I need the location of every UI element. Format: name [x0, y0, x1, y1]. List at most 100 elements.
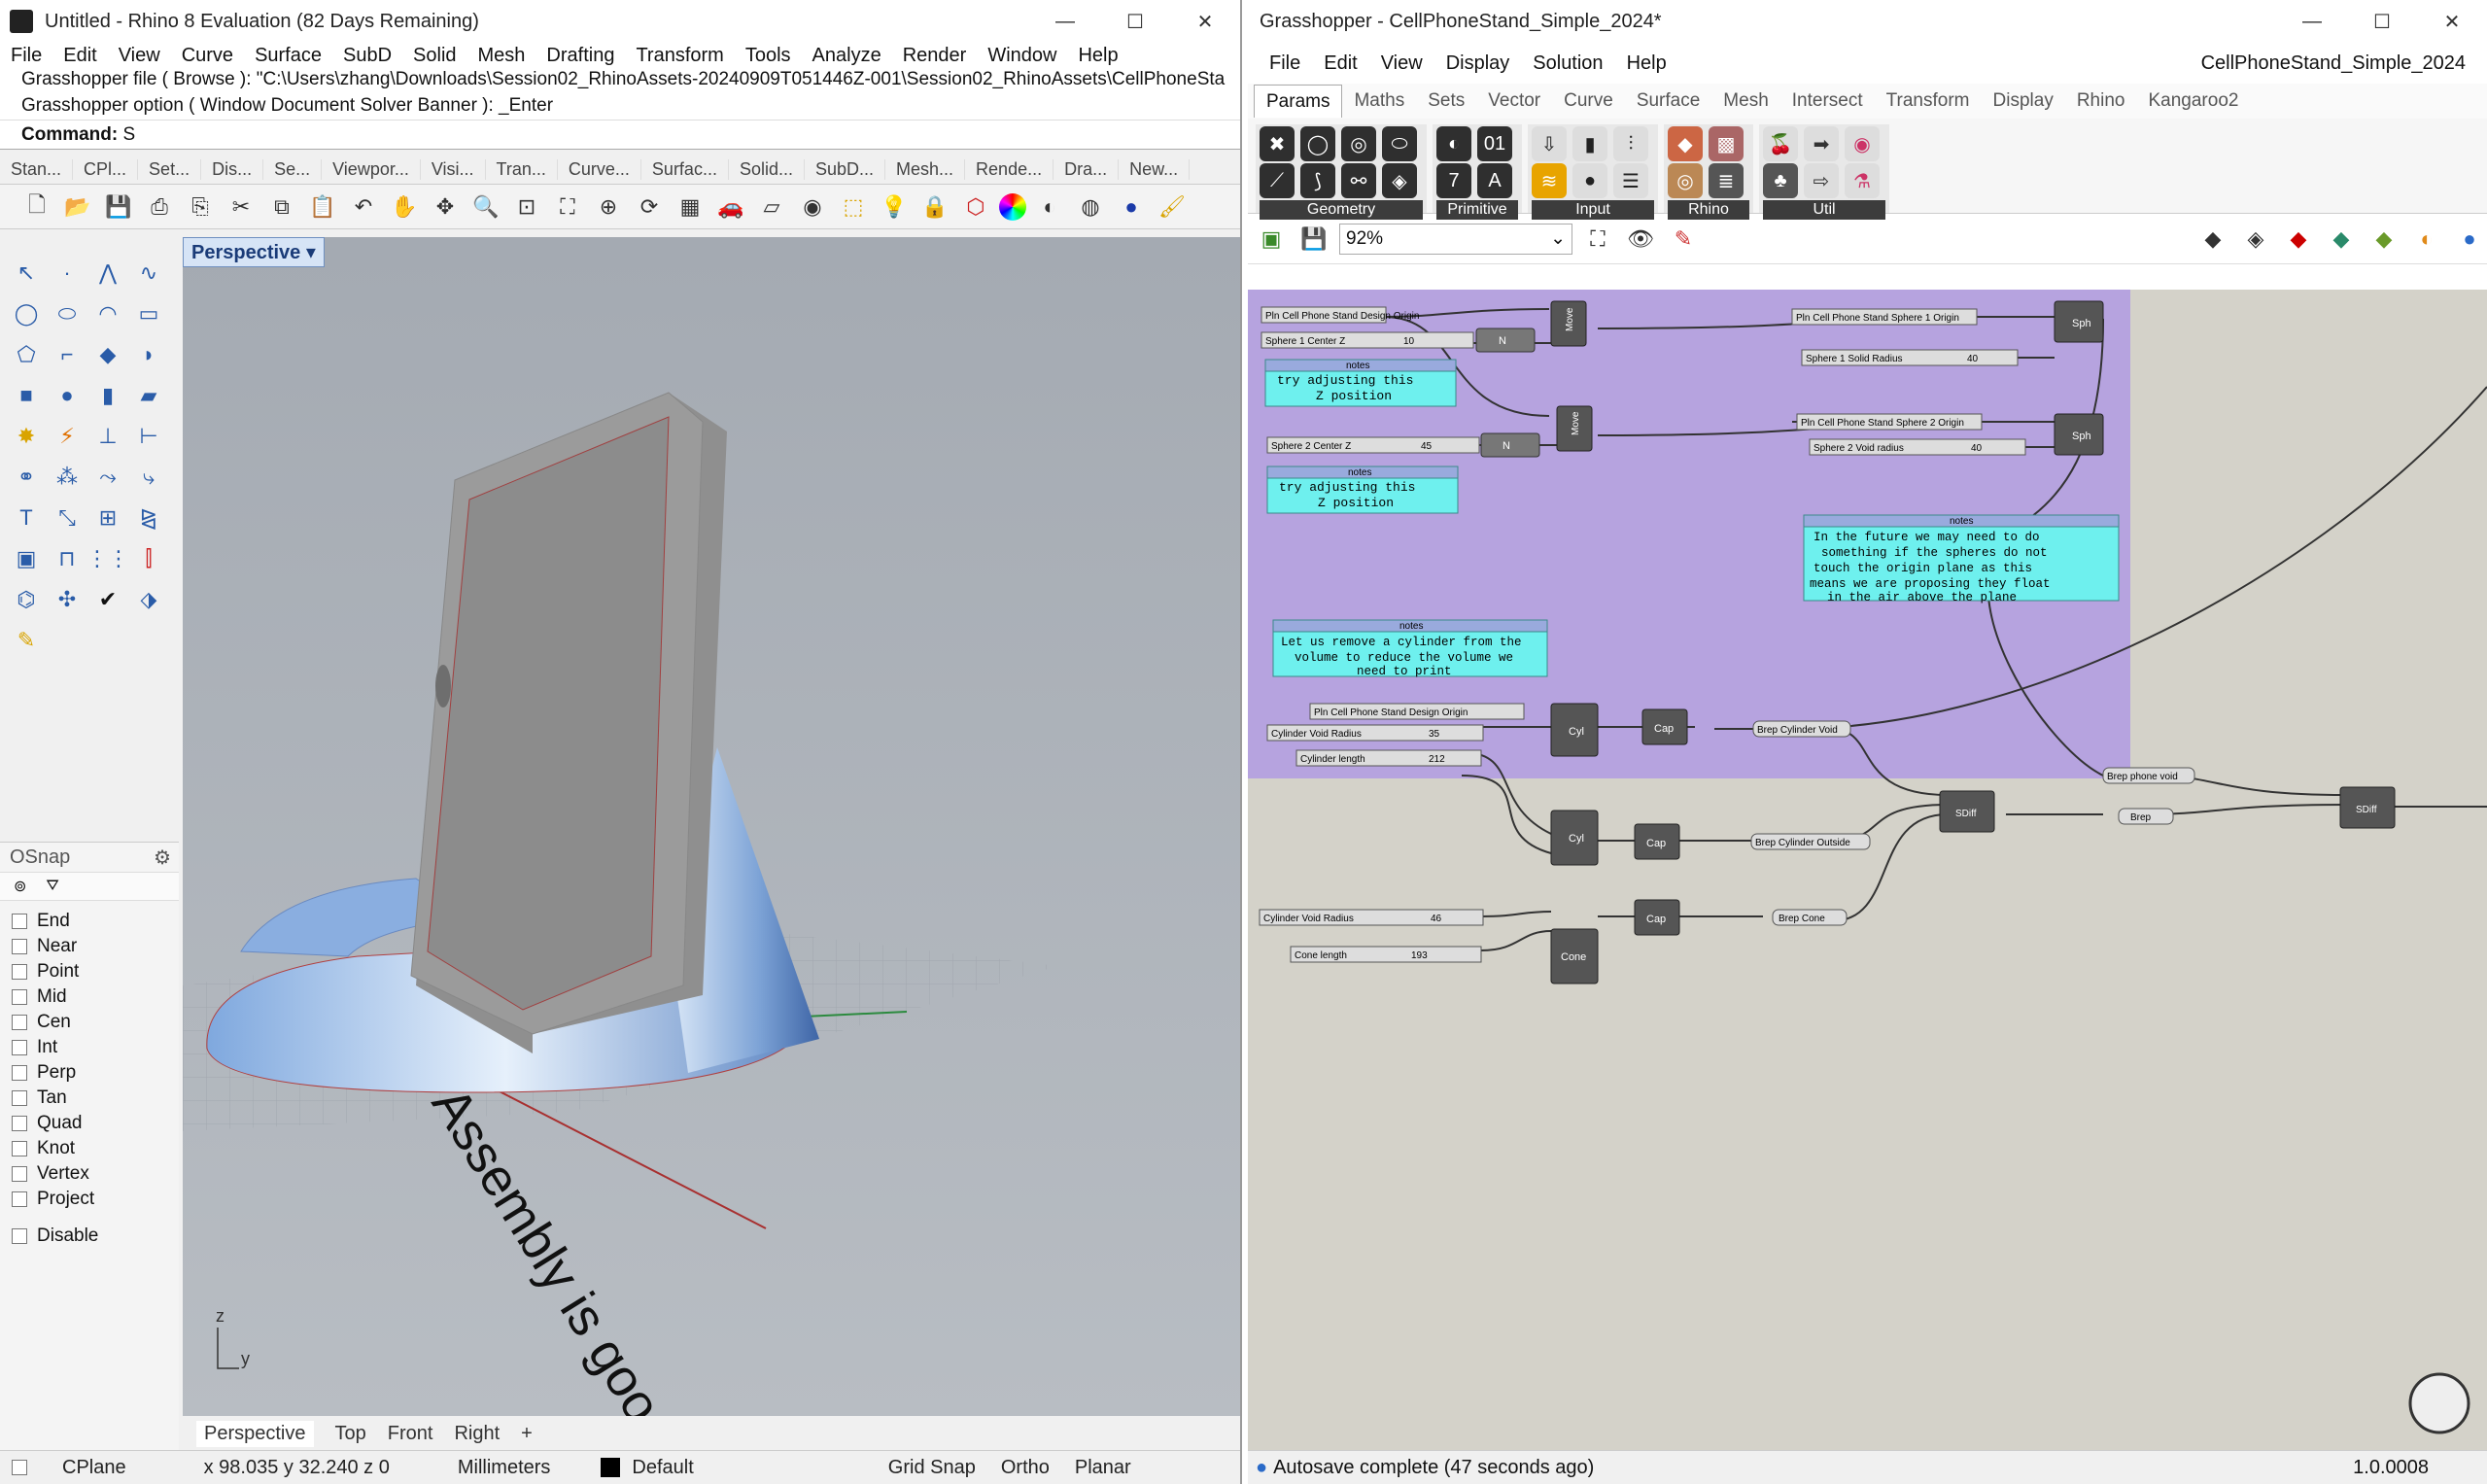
- polyline-icon[interactable]: ⋀: [87, 253, 128, 293]
- gh-tab[interactable]: Params: [1254, 85, 1343, 118]
- toolbar-tab[interactable]: Tran...: [486, 159, 558, 180]
- fillet-icon[interactable]: ⌐: [47, 334, 87, 375]
- mirror-icon[interactable]: ⧎: [128, 498, 169, 538]
- rhino-menu-item[interactable]: SubD: [332, 45, 402, 67]
- gh-tab[interactable]: Intersect: [1780, 90, 1875, 112]
- toolbar-tab[interactable]: Solid...: [729, 159, 805, 180]
- rhino-curve-icon[interactable]: ◎: [1668, 163, 1703, 198]
- osnap-disable[interactable]: Disable: [0, 1224, 179, 1249]
- zoom-extents-icon[interactable]: ⛶: [550, 190, 585, 224]
- toolbar-tab[interactable]: Viewpor...: [322, 159, 421, 180]
- rhino-menu-item[interactable]: Window: [977, 45, 1067, 67]
- minimize-icon[interactable]: —: [1030, 0, 1100, 43]
- cylinder-icon[interactable]: ▮: [87, 375, 128, 416]
- offset-icon[interactable]: ⤳: [87, 457, 128, 498]
- print-icon[interactable]: ⎙: [142, 190, 177, 224]
- osnap-checkbox[interactable]: [12, 1090, 27, 1106]
- color-wheel-icon[interactable]: [999, 192, 1026, 221]
- osnap-item[interactable]: Cen: [0, 1010, 179, 1035]
- selected-icon[interactable]: ◆: [2366, 222, 2401, 257]
- text-param-icon[interactable]: A: [1477, 163, 1512, 198]
- explode-icon[interactable]: ✸: [6, 416, 47, 457]
- rhino-menu-item[interactable]: Edit: [52, 45, 107, 67]
- arc-param-icon[interactable]: ◎: [1341, 126, 1376, 161]
- gh-menu-item[interactable]: Help: [1615, 52, 1678, 75]
- toolbar-tab[interactable]: Mesh...: [885, 159, 966, 180]
- loft-icon[interactable]: ⌬: [6, 579, 47, 620]
- circle-param-icon[interactable]: ◯: [1300, 126, 1335, 161]
- gh-tab[interactable]: Kangaroo2: [2136, 90, 2250, 112]
- point-icon[interactable]: ·: [47, 253, 87, 293]
- knob-input-icon[interactable]: ●: [1572, 163, 1607, 198]
- shaded-icon[interactable]: ◆: [2324, 222, 2359, 257]
- select-icon[interactable]: ⬚: [836, 190, 871, 224]
- osnap-checkbox[interactable]: [12, 1141, 27, 1156]
- status-ortho[interactable]: Ortho: [1001, 1457, 1050, 1479]
- toolbar-tab[interactable]: Visi...: [421, 159, 486, 180]
- save-icon[interactable]: 💾: [101, 190, 136, 224]
- material-preview-icon[interactable]: ◐: [2409, 222, 2444, 257]
- preview-mode-1-icon[interactable]: ◆: [2195, 222, 2230, 257]
- osnap-checkbox[interactable]: [12, 914, 27, 929]
- osnap-checkbox[interactable]: [12, 989, 27, 1005]
- toolbar-tab[interactable]: Set...: [138, 159, 202, 180]
- layer-icon[interactable]: ⬡: [958, 190, 993, 224]
- rhino-menu-item[interactable]: Solid: [402, 45, 466, 67]
- canvas-navigator-icon[interactable]: [2408, 1372, 2470, 1434]
- split-icon[interactable]: ⊥: [87, 416, 128, 457]
- toolbar-tab[interactable]: Curve...: [558, 159, 641, 180]
- grid-icon[interactable]: ⋮⋮: [86, 538, 129, 579]
- sphere-icon[interactable]: ●: [47, 375, 87, 416]
- toolbar-tab[interactable]: CPl...: [73, 159, 139, 180]
- gh-minimize-icon[interactable]: —: [2277, 0, 2347, 43]
- gh-menu-item[interactable]: File: [1258, 52, 1312, 75]
- boolean-param-icon[interactable]: ◐: [1436, 126, 1471, 161]
- osnap-item[interactable]: Perp: [0, 1060, 179, 1086]
- gh-menu-item[interactable]: Edit: [1312, 52, 1368, 75]
- sketch-icon[interactable]: ✎: [1666, 222, 1701, 257]
- close-icon[interactable]: ✕: [1170, 0, 1240, 43]
- command-prompt[interactable]: Command: S: [0, 121, 1240, 150]
- gumball-icon[interactable]: ✣: [47, 579, 87, 620]
- ellipse-icon[interactable]: ⬭: [47, 293, 87, 334]
- osnap-item[interactable]: Tan: [0, 1086, 179, 1111]
- preview-eye-icon[interactable]: 👁: [1623, 222, 1658, 257]
- dimension-icon[interactable]: ⊓: [47, 538, 87, 579]
- tree-icon[interactable]: ♣: [1763, 163, 1798, 198]
- gradient-input-icon[interactable]: ≋: [1532, 163, 1567, 198]
- status-planar[interactable]: Planar: [1075, 1457, 1131, 1479]
- toolbar-tab[interactable]: New...: [1119, 159, 1191, 180]
- osnap-item[interactable]: Mid: [0, 984, 179, 1010]
- disable-checkbox[interactable]: [12, 1228, 27, 1244]
- button-input-icon[interactable]: ⇩: [1532, 126, 1567, 161]
- undo-icon[interactable]: ↶: [346, 190, 381, 224]
- gh-menu-item[interactable]: View: [1369, 52, 1434, 75]
- toolbar-tab[interactable]: Stan...: [0, 159, 74, 180]
- integer-param-icon[interactable]: 01: [1477, 126, 1512, 161]
- gh-tab[interactable]: Maths: [1342, 90, 1416, 112]
- osnap-checkbox[interactable]: [12, 1191, 27, 1207]
- osnap-item[interactable]: End: [0, 909, 179, 934]
- list-input-icon[interactable]: ☰: [1613, 163, 1648, 198]
- filter-icon[interactable]: ⛛: [46, 878, 58, 895]
- status-cplane[interactable]: CPlane: [62, 1457, 126, 1479]
- wireframe-sphere-icon[interactable]: ◍: [1073, 190, 1108, 224]
- extend-icon[interactable]: ⊢: [128, 416, 169, 457]
- brush-icon[interactable]: 🖌: [1155, 190, 1190, 224]
- cut-icon[interactable]: ✂: [224, 190, 259, 224]
- zoom-extents-gh-icon[interactable]: ⛶: [1580, 222, 1615, 257]
- osnap-item[interactable]: Near: [0, 934, 179, 959]
- view-tab[interactable]: Right: [454, 1423, 500, 1445]
- zoom-window-icon[interactable]: ⊡: [509, 190, 544, 224]
- pan-icon[interactable]: ✋: [387, 190, 422, 224]
- gh-save-icon[interactable]: 💾: [1296, 222, 1331, 257]
- scale-icon[interactable]: ⤡: [47, 498, 87, 538]
- cherry-icon[interactable]: 🍒: [1763, 126, 1798, 161]
- point-param-icon[interactable]: ◈: [1382, 163, 1417, 198]
- arrow-right-icon[interactable]: ➡: [1804, 126, 1839, 161]
- open-icon[interactable]: 📂: [60, 190, 95, 224]
- slider-input-icon[interactable]: ⫶: [1613, 126, 1648, 161]
- curve-icon[interactable]: ∿: [128, 253, 169, 293]
- gh-open-icon[interactable]: ▣: [1254, 222, 1289, 257]
- text-icon[interactable]: T: [6, 498, 47, 538]
